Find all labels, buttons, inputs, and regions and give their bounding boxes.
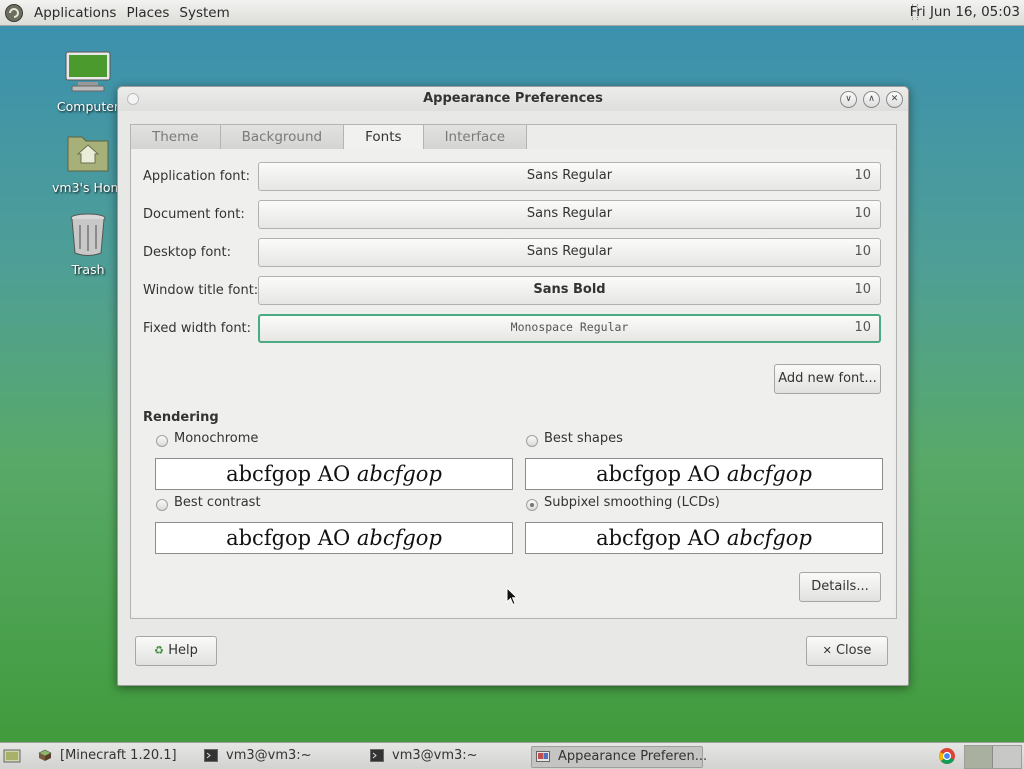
- applications-menu[interactable]: Applications: [29, 5, 121, 21]
- sample-italic: abcfgop: [726, 526, 812, 550]
- terminal-icon: [204, 749, 218, 762]
- application-font-button[interactable]: Sans Regular 10: [258, 162, 881, 191]
- font-name: Sans Regular: [526, 206, 613, 221]
- distro-logo-icon[interactable]: [4, 3, 24, 23]
- sample-italic: abcfgop: [356, 462, 442, 486]
- add-new-font-button[interactable]: Add new font...: [774, 364, 881, 394]
- workspace-switcher[interactable]: [964, 745, 1022, 769]
- taskbar-item-label: vm3@vm3:~: [226, 748, 312, 763]
- clock[interactable]: Fri Jun 16, 05:03: [910, 4, 1020, 20]
- close-icon: ✕: [822, 644, 832, 657]
- font-size: 10: [854, 282, 871, 297]
- taskbar-item-terminal-1[interactable]: vm3@vm3:~: [200, 746, 358, 766]
- system-menu[interactable]: System: [174, 5, 234, 21]
- tab-theme[interactable]: Theme: [130, 124, 221, 150]
- desktop-icon-label: Trash: [71, 262, 105, 277]
- font-name: Sans Regular: [526, 168, 613, 183]
- trash-icon: [70, 213, 106, 256]
- taskbar: [Minecraft 1.20.1] vm3@vm3:~ vm3@vm3:~ A…: [0, 742, 1024, 769]
- top-panel: Applications Places System Fri Jun 16, 0…: [0, 0, 1024, 26]
- places-menu[interactable]: Places: [121, 5, 174, 21]
- font-size: 10: [854, 244, 871, 259]
- best-shapes-label[interactable]: Best shapes: [544, 431, 623, 446]
- chrome-icon[interactable]: [938, 747, 956, 765]
- taskbar-item-label: Appearance Preferen...: [558, 749, 708, 764]
- document-font-button[interactable]: Sans Regular 10: [258, 200, 881, 229]
- tab-background[interactable]: Background: [220, 124, 345, 150]
- close-button[interactable]: ✕ Close: [806, 636, 888, 666]
- font-row-document: Document font: Sans Regular 10: [143, 200, 883, 230]
- help-label: Help: [168, 643, 198, 658]
- tab-interface[interactable]: Interface: [423, 124, 528, 150]
- font-row-desktop: Desktop font: Sans Regular 10: [143, 238, 883, 268]
- window-title: Appearance Preferences: [423, 91, 603, 106]
- font-label: Window title font:: [143, 283, 259, 298]
- desktop-icon-computer[interactable]: Computer: [52, 50, 124, 114]
- close-window-button[interactable]: ✕: [886, 91, 903, 108]
- window-title-font-button[interactable]: Sans Bold 10: [258, 276, 881, 305]
- taskbar-item-minecraft[interactable]: [Minecraft 1.20.1]: [34, 746, 192, 766]
- workspace-1[interactable]: [965, 746, 993, 768]
- computer-icon: [65, 51, 111, 92]
- best-shapes-radio[interactable]: [526, 435, 538, 447]
- help-button[interactable]: ♻ Help: [135, 636, 217, 666]
- mouse-pointer-icon: [506, 587, 518, 606]
- minecraft-icon: [38, 749, 52, 761]
- font-size: 10: [854, 320, 871, 335]
- font-name: Sans Bold: [533, 282, 606, 297]
- tab-bar: Theme Background Fonts Interface: [130, 124, 528, 151]
- desktop-icon-label: vm3's Home: [52, 180, 131, 195]
- font-row-fixed-width: Fixed width font: Monospace Regular 10: [143, 314, 883, 344]
- sample-regular: abcfgop AO: [226, 526, 357, 550]
- font-row-window-title: Window title font: Sans Bold 10: [143, 276, 883, 306]
- help-icon: ♻: [154, 644, 165, 657]
- monochrome-sample[interactable]: abcfgop AO abcfgop: [155, 458, 513, 490]
- best-shapes-sample[interactable]: abcfgop AO abcfgop: [525, 458, 883, 490]
- font-name: Monospace Regular: [510, 320, 629, 334]
- desktop-icon-trash[interactable]: Trash: [52, 211, 124, 277]
- subpixel-smoothing-label[interactable]: Subpixel smoothing (LCDs): [544, 495, 720, 510]
- monochrome-radio[interactable]: [156, 435, 168, 447]
- details-button[interactable]: Details...: [799, 572, 881, 602]
- show-desktop-icon[interactable]: [3, 747, 21, 765]
- best-contrast-radio[interactable]: [156, 499, 168, 511]
- font-label: Document font:: [143, 207, 245, 222]
- desktop-icon-label: Computer: [56, 99, 120, 114]
- font-row-application: Application font: Sans Regular 10: [143, 162, 883, 192]
- font-size: 10: [854, 206, 871, 221]
- font-size: 10: [854, 168, 871, 183]
- subpixel-smoothing-sample[interactable]: abcfgop AO abcfgop: [525, 522, 883, 554]
- taskbar-item-label: vm3@vm3:~: [392, 748, 478, 763]
- taskbar-item-appearance-preferences[interactable]: Appearance Preferen...: [531, 746, 707, 768]
- taskbar-item-terminal-2[interactable]: vm3@vm3:~: [366, 746, 524, 766]
- desktop-icon-home[interactable]: vm3's Home: [52, 131, 131, 195]
- font-label: Desktop font:: [143, 245, 231, 260]
- best-contrast-sample[interactable]: abcfgop AO abcfgop: [155, 522, 513, 554]
- sample-italic: abcfgop: [356, 526, 442, 550]
- sample-regular: abcfgop AO: [596, 462, 727, 486]
- font-label: Application font:: [143, 169, 251, 184]
- sample-italic: abcfgop: [726, 462, 812, 486]
- sample-regular: abcfgop AO: [226, 462, 357, 486]
- taskbar-item-label: [Minecraft 1.20.1]: [60, 748, 177, 763]
- minimize-button[interactable]: ∨: [840, 91, 857, 108]
- font-name: Sans Regular: [526, 244, 613, 259]
- best-contrast-label[interactable]: Best contrast: [174, 495, 261, 510]
- home-folder-icon: [67, 136, 109, 172]
- terminal-icon: [370, 749, 384, 762]
- tab-fonts[interactable]: Fonts: [344, 124, 424, 151]
- appearance-icon: [536, 751, 550, 762]
- titlebar[interactable]: Appearance Preferences ∨ ∧ ✕: [118, 87, 908, 111]
- fonts-pane: Application font: Sans Regular 10 Docume…: [131, 149, 894, 616]
- monochrome-label[interactable]: Monochrome: [174, 431, 258, 446]
- font-label: Fixed width font:: [143, 321, 252, 336]
- subpixel-smoothing-radio[interactable]: [526, 499, 538, 511]
- fixed-width-font-button[interactable]: Monospace Regular 10: [258, 314, 881, 343]
- rendering-heading: Rendering: [143, 410, 219, 425]
- sample-regular: abcfgop AO: [596, 526, 727, 550]
- desktop-font-button[interactable]: Sans Regular 10: [258, 238, 881, 267]
- close-label: Close: [835, 643, 872, 658]
- maximize-button[interactable]: ∧: [863, 91, 880, 108]
